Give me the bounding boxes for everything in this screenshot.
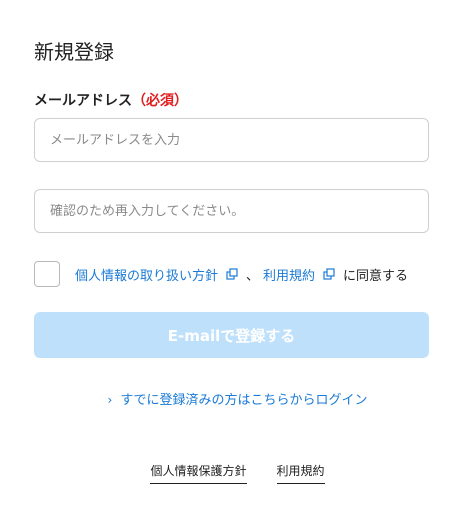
agreement-separator: 、 — [246, 268, 260, 284]
login-link-label: すでに登録済みの方はこちらからログイン — [120, 393, 368, 408]
privacy-handling-link[interactable]: 個人情報の取り扱い方針 — [75, 265, 218, 284]
email-label-text: メールアドレス — [34, 93, 132, 109]
email-field[interactable] — [34, 118, 429, 162]
footer-terms-link[interactable]: 利用規約 — [276, 462, 325, 484]
footer-links: 個人情報保護方針 利用規約 — [0, 462, 475, 484]
email-register-button[interactable]: E-mailで登録する — [34, 312, 429, 358]
email-field-label: メールアドレス（必須） — [34, 90, 188, 110]
login-link[interactable]: › すでに登録済みの方はこちらからログイン — [0, 389, 475, 408]
agreement-row: 個人情報の取り扱い方針 、 利用規約 に同意する — [34, 261, 408, 287]
terms-link[interactable]: 利用規約 — [263, 265, 315, 284]
agree-checkbox[interactable] — [34, 261, 60, 287]
email-confirm-field[interactable] — [34, 189, 429, 233]
footer-privacy-policy-link[interactable]: 個人情報保護方針 — [150, 462, 247, 484]
required-mark: （必須） — [132, 93, 188, 109]
external-link-icon — [323, 268, 335, 280]
external-link-icon — [226, 268, 238, 280]
page-title: 新規登録 — [34, 40, 114, 64]
agreement-suffix: に同意する — [343, 268, 409, 284]
chevron-right-icon: › — [107, 393, 113, 407]
